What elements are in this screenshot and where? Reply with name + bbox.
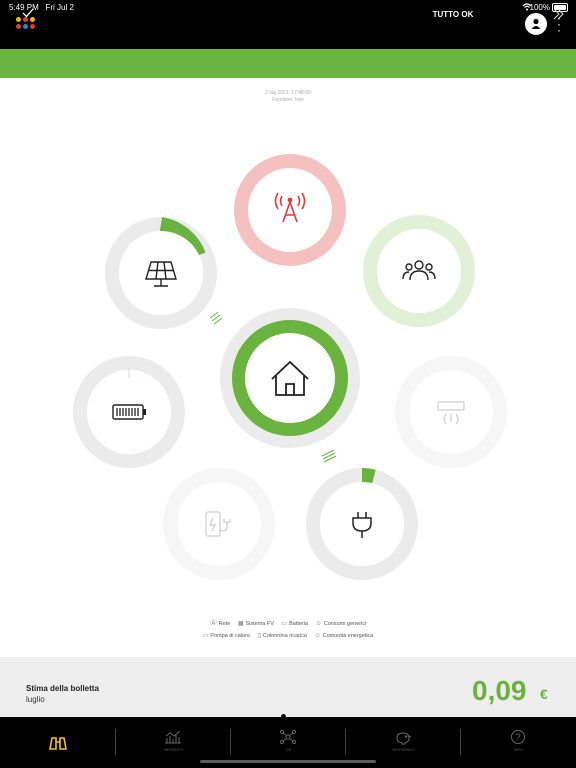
bill-currency: €	[540, 686, 548, 702]
node-consumi-generici[interactable]	[363, 215, 475, 327]
people-icon: ☺	[315, 621, 322, 627]
node-pompa-di-calore[interactable]	[395, 356, 507, 468]
status-banner-text: TUTTO OK	[432, 10, 474, 19]
community-icon: ☺	[314, 633, 321, 639]
svg-text:?: ?	[515, 732, 520, 742]
bill-estimate-title: Stima della bolletta	[26, 684, 99, 693]
home-indicator[interactable]	[200, 760, 376, 763]
double-chevron-icon[interactable]	[552, 8, 564, 20]
node-presa[interactable]	[306, 468, 418, 580]
legend-row-2: ▭ Pompa di calore ▯ Colonnina ricarica ☺ Co…	[202, 633, 374, 639]
node-colonnina-ricarica[interactable]	[163, 468, 275, 580]
app-logo[interactable]	[16, 17, 38, 33]
nav-tab-info[interactable]: ? INFO	[461, 717, 576, 768]
piggy-bank-icon	[396, 732, 412, 745]
bill-estimate-value: 0,09	[472, 675, 527, 706]
node-batteria[interactable]	[73, 356, 185, 468]
grid-tower-icon: ⁽Ä⁾	[209, 621, 217, 627]
ev-charger-icon	[205, 511, 231, 537]
status-banner	[0, 49, 576, 78]
network-icon	[280, 730, 296, 744]
node-casa[interactable]	[220, 308, 360, 448]
node-rete[interactable]	[234, 154, 346, 266]
flow-indicator-plug	[321, 449, 337, 463]
heat-pump-icon: ▭	[202, 633, 209, 639]
heat-pump-icon	[437, 401, 465, 425]
node-sistema-fv[interactable]	[105, 217, 217, 329]
nav-tab-overview[interactable]	[0, 717, 115, 768]
solar-panel-icon: ▦	[237, 621, 244, 627]
last-update-time: 2 lug 2021, 17:48:59	[265, 90, 311, 96]
energy-flow-diagram	[73, 154, 507, 580]
help-icon: ?	[511, 730, 525, 744]
last-update-info: 2 lug 2021, 17:48:59 Fornitore: Iren	[0, 90, 576, 104]
ev-charger-icon: ▯	[257, 633, 261, 639]
flow-indicator-fv	[209, 311, 223, 325]
chart-icon	[165, 730, 181, 744]
legend-row-1: ⁽Ä⁾ Rete ▦ Sistema FV ▭ Batteria ☺ Consumi g…	[209, 621, 367, 627]
supplier-name: Fornitore: Iren	[272, 97, 304, 103]
top-header	[0, 0, 576, 49]
battery-icon: ▭	[281, 621, 288, 627]
bill-estimate-month: luglio	[26, 695, 45, 704]
binoculars-icon	[49, 737, 67, 750]
